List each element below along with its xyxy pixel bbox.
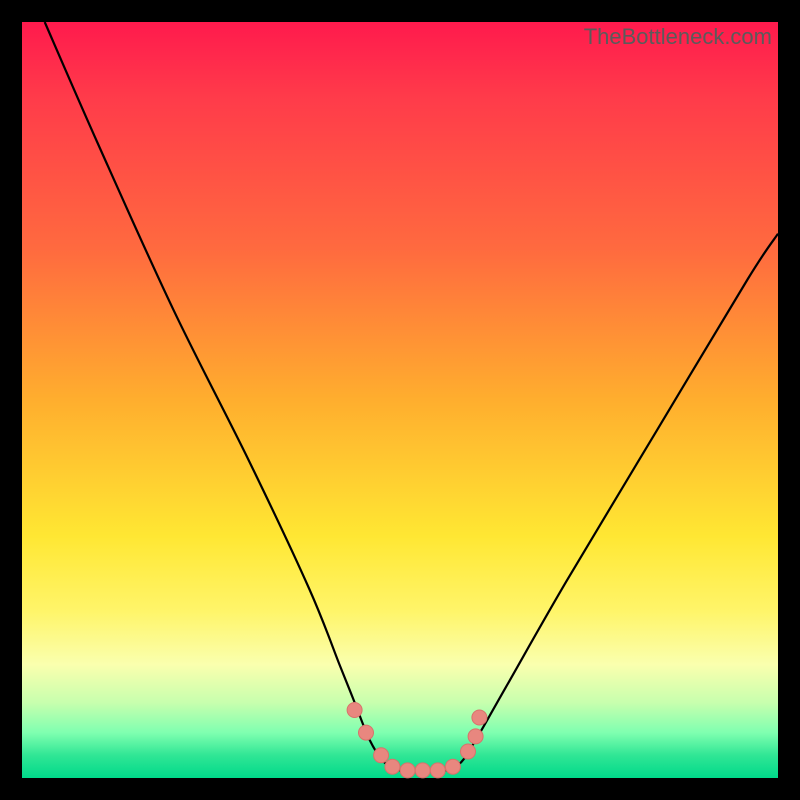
plot-area: TheBottleneck.com [22, 22, 778, 778]
trough-marker [359, 725, 374, 740]
trough-marker [430, 763, 445, 778]
outer-frame: TheBottleneck.com [0, 0, 800, 800]
bottleneck-curve-path [45, 22, 778, 772]
trough-marker [374, 748, 389, 763]
curve-svg [22, 22, 778, 778]
trough-marker [385, 759, 400, 774]
trough-marker [472, 710, 487, 725]
trough-marker [415, 763, 430, 778]
trough-marker [347, 703, 362, 718]
marker-group [347, 703, 487, 778]
trough-marker [468, 729, 483, 744]
trough-marker [461, 744, 476, 759]
trough-marker [445, 759, 460, 774]
trough-marker [400, 763, 415, 778]
